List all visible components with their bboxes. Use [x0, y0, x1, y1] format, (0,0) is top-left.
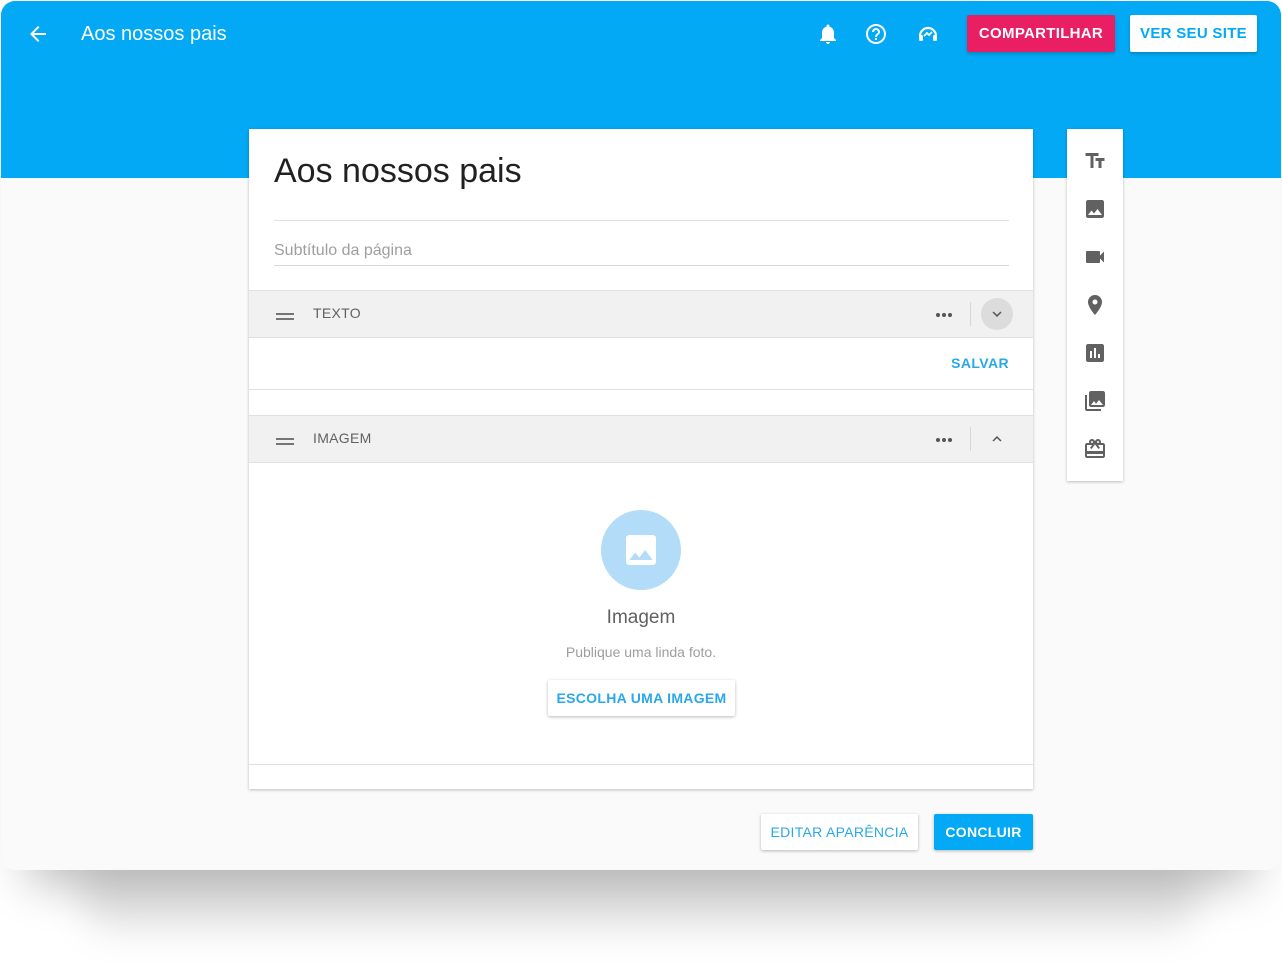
subtitle-input[interactable]: [274, 237, 1009, 266]
expand-toggle-button[interactable]: [981, 298, 1013, 330]
page-title[interactable]: Aos nossos pais: [274, 151, 522, 191]
image-description: Publique uma linda foto.: [565, 644, 717, 660]
edit-appearance-button[interactable]: EDITAR APARÊNCIA: [761, 814, 918, 850]
image-section-body: Imagem Publique uma linda foto. ESCOLHA …: [249, 461, 1033, 765]
chart-tool-icon[interactable]: [1083, 341, 1107, 365]
view-site-button[interactable]: VER SEU SITE: [1130, 15, 1257, 52]
video-tool-icon[interactable]: [1083, 245, 1107, 269]
text-section-body: SALVAR: [249, 337, 1033, 390]
page-editor-card: Aos nossos pais TEXTO SALVAR IM: [249, 129, 1033, 789]
text-section-label: TEXTO: [313, 305, 361, 321]
gallery-tool-icon[interactable]: [1083, 389, 1107, 413]
header-divider: [970, 302, 971, 326]
title-divider: [274, 220, 1009, 221]
app-title: Aos nossos pais: [81, 23, 227, 45]
drag-handle-icon[interactable]: [276, 434, 294, 445]
more-options-icon[interactable]: [935, 308, 953, 320]
map-tool-icon[interactable]: [1083, 293, 1107, 317]
save-button[interactable]: SALVAR: [951, 355, 1009, 371]
image-section-header: IMAGEM: [249, 415, 1033, 463]
add-block-toolbox: [1067, 129, 1123, 481]
text-section-header: TEXTO: [249, 290, 1033, 338]
support-icon[interactable]: [916, 22, 940, 46]
chevron-down-icon: [992, 311, 1002, 317]
image-section-label: IMAGEM: [313, 430, 372, 446]
image-heading: Imagem: [606, 607, 676, 628]
choose-image-button[interactable]: ESCOLHA UMA IMAGEM: [548, 680, 735, 716]
image-placeholder-icon: [601, 510, 681, 590]
app-window: Aos nossos pais COMPARTILHAR VER SEU SIT…: [1, 1, 1281, 870]
done-button[interactable]: CONCLUIR: [934, 814, 1033, 850]
share-button[interactable]: COMPARTILHAR: [967, 15, 1115, 52]
chevron-up-icon: [992, 436, 1002, 442]
bell-icon[interactable]: [816, 22, 840, 46]
section-gap: [249, 390, 1033, 414]
more-options-icon[interactable]: [935, 433, 953, 445]
header-divider: [970, 427, 971, 451]
drag-handle-icon[interactable]: [276, 309, 294, 320]
help-icon[interactable]: [864, 22, 888, 46]
window-shadow: [80, 860, 1200, 930]
gift-tool-icon[interactable]: [1083, 437, 1107, 461]
text-tool-icon[interactable]: [1083, 149, 1107, 173]
back-arrow-icon[interactable]: [26, 22, 50, 46]
image-tool-icon[interactable]: [1083, 197, 1107, 221]
collapse-toggle-button[interactable]: [981, 423, 1013, 455]
